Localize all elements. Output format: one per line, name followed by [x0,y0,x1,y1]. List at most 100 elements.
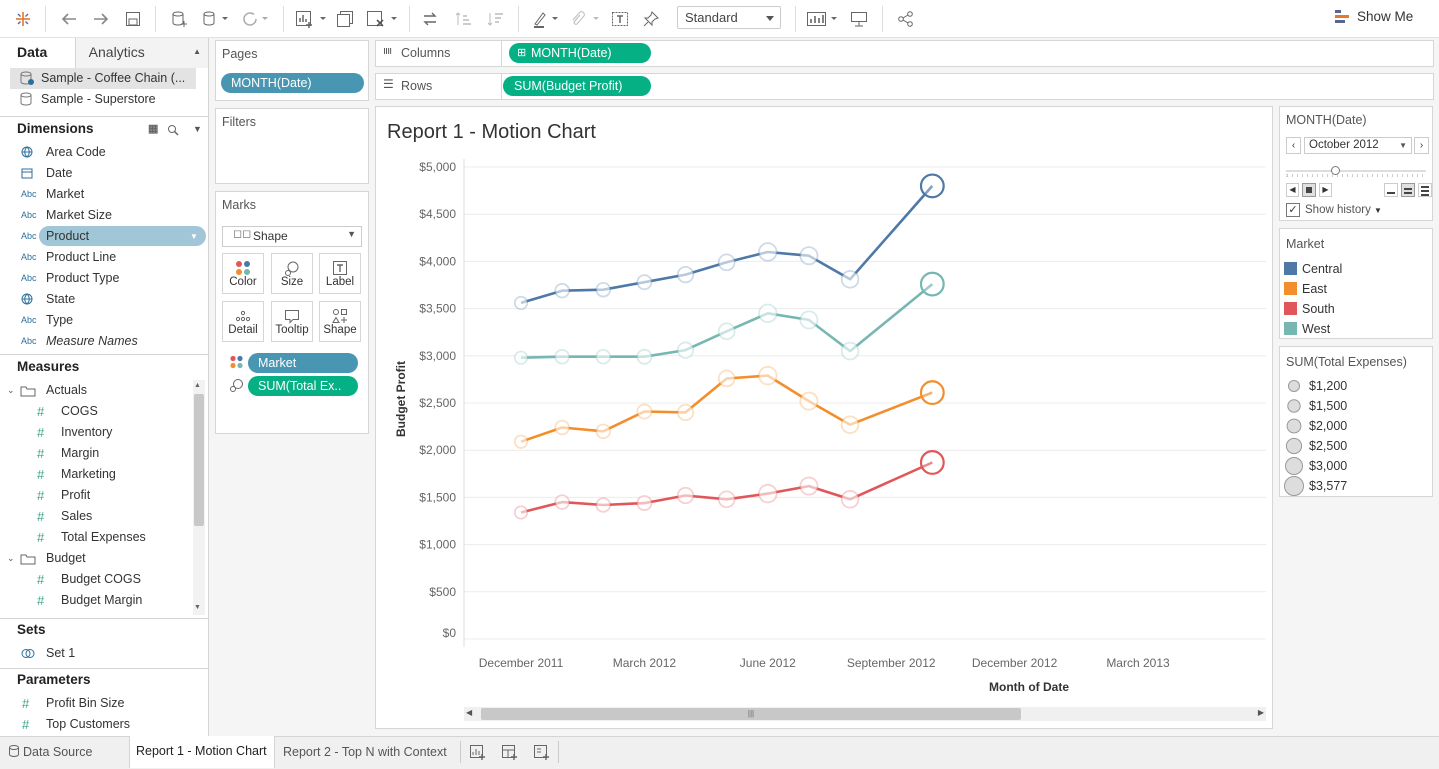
dimension-item[interactable]: Abc Product Type [0,268,208,289]
measure-item[interactable]: # COGS [0,401,190,422]
measure-item[interactable]: # Sales [0,506,190,527]
motion-chart[interactable]: $5,000 $4,500 $4,000 $3,500 $3,000 $2,500 $2,0… [376,107,1272,728]
speed-slow-button[interactable] [1384,183,1398,197]
dimension-item[interactable]: Date [0,163,208,184]
tab-data[interactable]: Data [0,38,76,69]
tooltip-button[interactable]: Tooltip [271,301,313,342]
show-history-checkbox[interactable]: ✓ [1286,203,1300,217]
sort-ascending-icon[interactable] [452,8,474,30]
tab-report-1[interactable]: Report 1 - Motion Chart [129,736,275,768]
filters-shelf[interactable]: Filters [215,108,369,184]
size-legend-item[interactable]: $3,000 [1280,456,1432,476]
size-legend-item[interactable]: $3,577 [1280,476,1432,496]
new-worksheet-icon[interactable] [469,744,487,763]
view-options-icon[interactable]: ▦ [148,118,158,140]
page-slider[interactable] [1286,165,1426,177]
swap-axes-icon[interactable] [419,8,441,30]
tab-report-2[interactable]: Report 2 - Top N with Context [277,737,453,768]
scrollbar-thumb[interactable] [194,394,204,526]
measure-item[interactable]: # Budget Margin [0,590,190,611]
dimension-item[interactable]: Abc Measure Names [0,331,208,352]
dimension-item[interactable]: Abc Market [0,184,208,205]
measure-folder[interactable]: ⌄ Budget [0,548,190,569]
color-legend-item[interactable]: East [1280,279,1432,299]
sort-descending-icon[interactable] [484,8,506,30]
tab-analytics[interactable]: Analytics ▲ [75,38,208,68]
rows-pill[interactable]: SUM(Budget Profit) [503,76,651,96]
page-slider-knob[interactable] [1330,166,1340,175]
measure-item[interactable]: # Marketing [0,464,190,485]
measure-item[interactable]: # Total Expenses [0,527,190,548]
page-next-button[interactable]: › [1414,137,1429,154]
measure-item[interactable]: # Profit [0,485,190,506]
color-legend-item[interactable]: West [1280,319,1432,339]
presentation-mode-icon[interactable] [848,8,870,30]
market-color-pill[interactable]: Market [248,353,358,373]
play-back-button[interactable]: ◀ [1286,183,1299,197]
parameter-item[interactable]: # Profit Bin Size [0,693,208,714]
mark-type-dropdown[interactable]: ◻◻ Shape ▼ [222,226,362,247]
color-button[interactable]: Color [222,253,264,294]
group-members-icon[interactable] [567,8,601,30]
columns-pill[interactable]: ⊞ MONTH(Date) [509,43,651,63]
share-icon[interactable] [895,8,917,30]
new-dashboard-icon[interactable] [501,744,519,763]
sort-toggle-icon[interactable]: ▲ [193,38,201,66]
clear-sheet-icon[interactable] [364,8,400,30]
fit-mode-dropdown[interactable]: Standard [677,6,781,29]
measure-item[interactable]: # Budget COGS [0,569,190,590]
page-value-dropdown[interactable]: October 2012 ▼ [1304,137,1412,154]
color-legend-item[interactable]: South [1280,299,1432,319]
scroll-left-icon[interactable]: ◀ [466,708,472,717]
dimension-item[interactable]: Area Code [0,142,208,163]
dimension-item[interactable]: Abc Market Size [0,205,208,226]
highlight-icon[interactable] [530,8,560,30]
duplicate-sheet-icon[interactable] [334,8,356,30]
chart-horizontal-scrollbar[interactable]: ◀ ||| ▶ [464,707,1266,721]
expand-icon[interactable]: ⊞ [517,43,526,63]
dimension-item[interactable]: Abc Type [0,310,208,331]
new-datasource-icon[interactable] [167,8,191,30]
datasource-superstore[interactable]: Sample - Superstore [10,89,196,110]
measure-folder[interactable]: ⌄ Actuals [0,380,190,401]
show-me-button[interactable]: Show Me [1335,9,1413,24]
set-item[interactable]: Set 1 [0,643,208,664]
pages-shelf[interactable]: Pages MONTH(Date) [215,40,369,101]
page-prev-button[interactable]: ‹ [1286,137,1301,154]
chevron-down-icon[interactable]: ▼ [190,226,198,247]
refresh-icon[interactable] [238,8,274,30]
dimension-item[interactable]: State [0,289,208,310]
detail-button[interactable]: Detail [222,301,264,342]
speed-fast-button[interactable] [1418,183,1432,197]
measures-scrollbar[interactable]: ▲ ▼ [193,380,205,615]
measure-item[interactable]: # Margin [0,443,190,464]
label-button[interactable]: Label [319,253,361,294]
redo-icon[interactable] [90,8,112,30]
chevron-down-icon[interactable]: ▼ [193,118,202,140]
total-expenses-size-pill[interactable]: SUM(Total Ex.. [248,376,358,396]
undo-icon[interactable] [58,8,80,30]
datasource-coffee-chain[interactable]: Sample - Coffee Chain (... [10,68,196,89]
pause-datasource-icon[interactable] [198,8,234,30]
stop-button[interactable] [1302,183,1316,197]
pin-icon[interactable] [640,8,662,30]
rows-shelf[interactable]: ☰ Rows SUM(Budget Profit) [375,73,1434,100]
chevron-down-icon[interactable]: ⌄ [7,548,15,569]
size-legend-item[interactable]: $1,500 [1280,396,1432,416]
size-legend-item[interactable]: $2,000 [1280,416,1432,436]
columns-shelf[interactable]: ıııı Columns ⊞ MONTH(Date) [375,40,1434,67]
measure-item[interactable]: # Inventory [0,422,190,443]
search-icon[interactable] [167,124,179,136]
pages-pill[interactable]: MONTH(Date) [221,73,364,93]
chevron-down-icon[interactable]: ⌄ [7,380,15,401]
new-worksheet-icon[interactable] [293,8,329,30]
size-button[interactable]: Size [271,253,313,294]
shape-button[interactable]: Shape [319,301,361,342]
parameter-item[interactable]: # Top Customers [0,714,208,735]
new-story-icon[interactable] [533,744,551,763]
size-legend-item[interactable]: $2,500 [1280,436,1432,456]
tab-data-source[interactable]: Data Source [0,737,98,768]
dimension-item[interactable]: ▼ Abc Product [0,226,208,247]
play-forward-button[interactable]: ▶ [1319,183,1332,197]
scroll-right-icon[interactable]: ▶ [1258,708,1264,717]
